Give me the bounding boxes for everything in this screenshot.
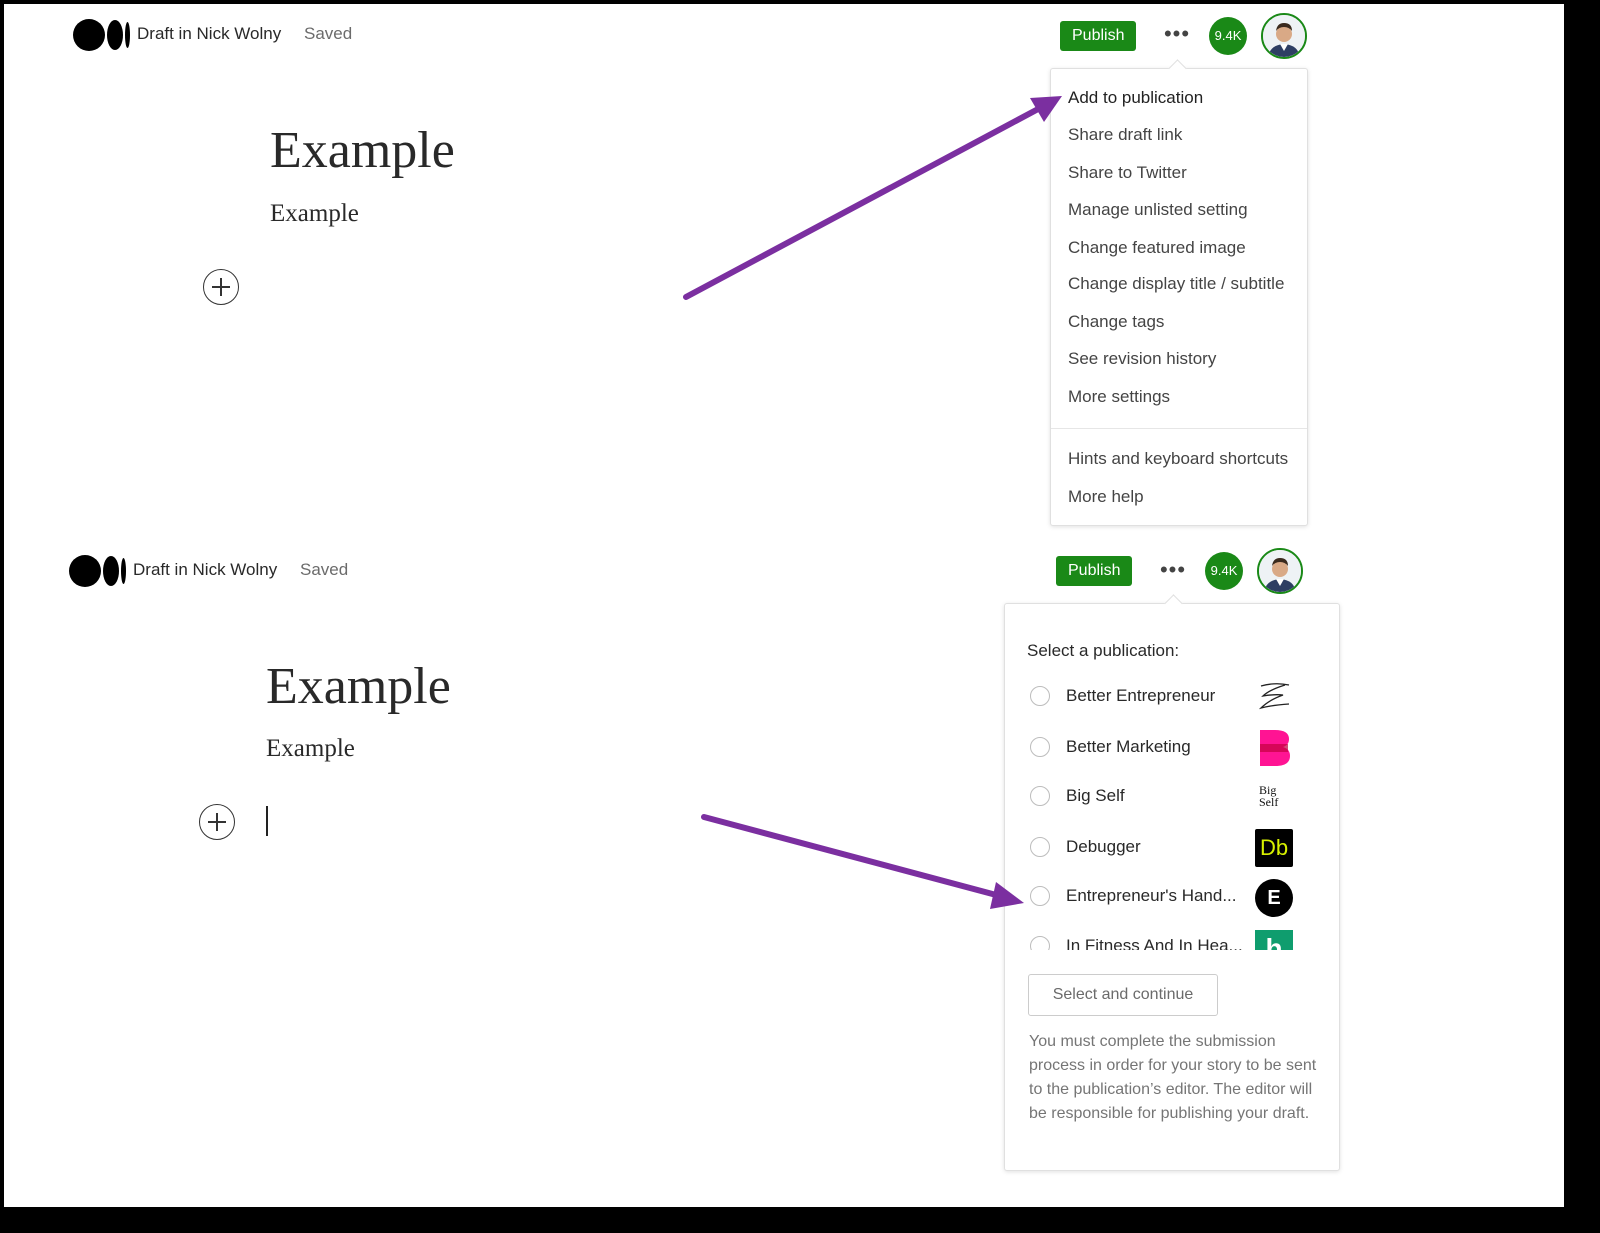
story-subtitle[interactable]: Example: [270, 200, 359, 228]
annotation-arrows: [683, 96, 1062, 909]
menu-item-share-draft-link[interactable]: Share draft link: [1068, 125, 1182, 145]
publication-list[interactable]: Better Entrepreneur Better Marketing Big…: [1005, 674, 1339, 950]
menu-item-change-featured-image[interactable]: Change featured image: [1068, 238, 1246, 258]
big-self-logo-icon: Big Self: [1255, 778, 1293, 816]
pink-b-icon: [1255, 728, 1293, 766]
add-content-plus-icon[interactable]: [203, 269, 239, 305]
menu-item-change-tags[interactable]: Change tags: [1068, 312, 1164, 332]
more-options-icon[interactable]: •••: [1162, 23, 1192, 45]
green-h-icon: h: [1255, 930, 1293, 950]
publication-panel: Select a publication: Better Entrepreneu…: [1004, 594, 1340, 1171]
e-circle-text: E: [1267, 887, 1281, 909]
draft-label: Draft in Nick Wolny: [137, 24, 282, 43]
publish-button[interactable]: Publish: [1056, 556, 1133, 586]
e-circle-icon: E: [1255, 879, 1293, 917]
notification-badge[interactable]: 9.4K: [1205, 552, 1243, 590]
publication-name[interactable]: Big Self: [1066, 786, 1125, 806]
arrow-to-add-to-publication: [683, 96, 1062, 300]
big-self-logo-text: Big Self: [1259, 783, 1279, 809]
medium-logo-icon[interactable]: [73, 19, 130, 51]
story-title[interactable]: Example: [270, 121, 455, 180]
menu-item-share-to-twitter[interactable]: Share to Twitter: [1068, 163, 1187, 183]
publication-name[interactable]: Better Marketing: [1066, 737, 1191, 757]
more-options-menu: Add to publication Share draft link Shar…: [1050, 59, 1308, 526]
menu-divider: [1051, 428, 1307, 429]
publication-radio[interactable]: [1030, 886, 1050, 906]
arrow-to-entrepreneurs-handbook: [701, 814, 1024, 909]
saved-status: Saved: [304, 24, 353, 43]
draft-label: Draft in Nick Wolny: [133, 560, 278, 579]
story-subtitle[interactable]: Example: [266, 735, 355, 763]
menu-item-more-help[interactable]: More help: [1068, 487, 1144, 507]
db-logo-icon: Db: [1255, 829, 1293, 867]
menu-item-revision-history[interactable]: See revision history: [1068, 349, 1216, 369]
publication-name[interactable]: Better Entrepreneur: [1066, 686, 1215, 706]
menu-notch: [1168, 59, 1187, 78]
publication-radio[interactable]: [1030, 936, 1050, 950]
more-options-icon[interactable]: •••: [1158, 559, 1188, 581]
publication-radio[interactable]: [1030, 737, 1050, 757]
menu-item-add-to-publication[interactable]: Add to publication: [1068, 88, 1203, 108]
text-cursor: [266, 806, 268, 836]
panel-heading: Select a publication:: [1027, 641, 1180, 660]
menu-item-manage-unlisted[interactable]: Manage unlisted setting: [1068, 200, 1248, 220]
medium-logo-icon[interactable]: [69, 555, 126, 587]
publish-button[interactable]: Publish: [1060, 21, 1137, 51]
avatar[interactable]: [1261, 13, 1307, 59]
select-and-continue-button[interactable]: Select and continue: [1028, 974, 1218, 1016]
publication-radio[interactable]: [1030, 786, 1050, 806]
publication-name[interactable]: In Fitness And In Hea...: [1066, 936, 1243, 950]
notification-badge[interactable]: 9.4K: [1209, 17, 1247, 55]
add-content-plus-icon[interactable]: [199, 804, 235, 840]
publication-radio[interactable]: [1030, 837, 1050, 857]
saved-status: Saved: [300, 560, 349, 579]
avatar[interactable]: [1257, 548, 1303, 594]
menu-notch: [1164, 594, 1183, 613]
signature-e-icon: [1255, 678, 1293, 716]
green-h-text: h: [1265, 933, 1283, 950]
menu-item-change-display-title[interactable]: Change display title / subtitle: [1068, 274, 1284, 294]
db-logo-text: Db: [1259, 835, 1289, 860]
publication-radio[interactable]: [1030, 686, 1050, 706]
menu-item-hints-shortcuts[interactable]: Hints and keyboard shortcuts: [1068, 449, 1288, 469]
publication-name[interactable]: Debugger: [1066, 837, 1141, 857]
submission-note: You must complete the submission process…: [1029, 1033, 1317, 1122]
story-title[interactable]: Example: [266, 657, 451, 716]
screenshot-border: [0, 0, 1600, 1233]
menu-item-more-settings[interactable]: More settings: [1068, 387, 1170, 407]
publication-name[interactable]: Entrepreneur's Hand...: [1066, 886, 1237, 906]
